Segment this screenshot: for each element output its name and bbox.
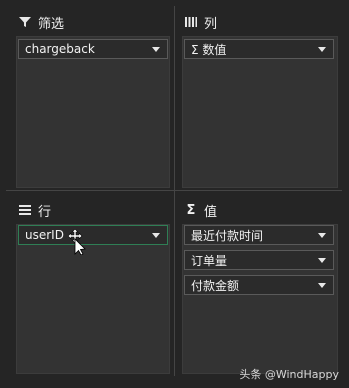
filters-header: 筛选 xyxy=(14,8,170,36)
value-field-order-count[interactable]: 订单量 xyxy=(184,250,334,270)
chevron-down-icon[interactable] xyxy=(315,232,329,238)
chevron-down-icon[interactable] xyxy=(315,257,329,263)
chevron-down-icon[interactable] xyxy=(315,282,329,288)
filters-area: 筛选 chargeback xyxy=(14,8,170,188)
field-label: 付款金额 xyxy=(191,278,240,293)
values-title: 值 xyxy=(204,204,218,220)
chevron-down-icon[interactable] xyxy=(149,46,163,52)
chevron-down-icon[interactable] xyxy=(149,232,163,238)
rows-icon xyxy=(18,203,32,217)
filter-field-chargeback[interactable]: chargeback xyxy=(18,39,168,59)
columns-icon xyxy=(184,15,198,29)
value-field-payment-amount[interactable]: 付款金额 xyxy=(184,275,334,295)
chevron-down-icon[interactable] xyxy=(315,46,329,52)
horizontal-divider xyxy=(6,190,342,191)
rows-area: 行 userID xyxy=(14,196,170,376)
sigma-icon: Σ xyxy=(186,202,196,218)
row-field-userid[interactable]: userID xyxy=(18,225,168,245)
filters-title: 筛选 xyxy=(38,16,65,32)
field-label: 最近付款时间 xyxy=(191,228,264,243)
columns-header: 列 xyxy=(180,8,336,36)
values-header: Σ 值 xyxy=(180,196,336,224)
values-area: Σ 值 最近付款时间 订单量 付款金额 xyxy=(180,196,338,376)
field-label: Σ 数值 xyxy=(191,42,227,57)
rows-header: 行 xyxy=(14,196,170,224)
value-field-last-payment-time[interactable]: 最近付款时间 xyxy=(184,225,334,245)
filter-icon xyxy=(18,15,32,29)
field-label: 订单量 xyxy=(191,253,228,268)
watermark: 头条 @WindHappy xyxy=(239,368,339,381)
field-label: chargeback xyxy=(25,42,95,56)
columns-area: 列 Σ 数值 xyxy=(180,8,338,188)
rows-title: 行 xyxy=(38,204,52,220)
vertical-divider xyxy=(174,6,175,376)
move-cursor-icon xyxy=(67,228,86,259)
column-field-values[interactable]: Σ 数值 xyxy=(184,39,334,59)
columns-title: 列 xyxy=(204,16,218,32)
values-drop-zone[interactable] xyxy=(182,224,338,374)
rows-drop-zone[interactable] xyxy=(16,224,170,374)
